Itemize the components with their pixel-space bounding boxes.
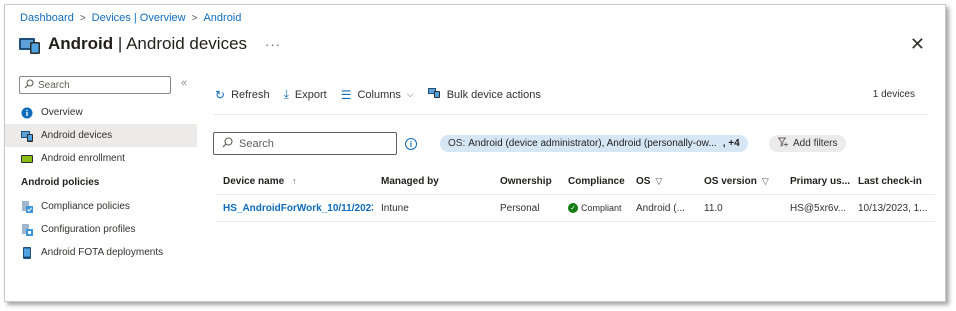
filter-more-count: , +4 — [722, 138, 740, 149]
export-label: Export — [294, 88, 327, 101]
table-header-row: Device name ↑ Managed by Ownership Compl… — [215, 168, 935, 195]
os-filter-pill[interactable]: OS: Android (device administrator), Andr… — [440, 135, 748, 152]
breadcrumb-dashboard[interactable]: Dashboard — [20, 12, 74, 24]
command-bar: ↻ Refresh ⤓ Export ☰ Columns ⌵ Bulk devi… — [215, 87, 555, 102]
sidebar-search-input[interactable]: Search — [19, 76, 171, 94]
breadcrumb: Dashboard > Devices | Overview > Android — [20, 12, 241, 24]
filter-icon: ▽ — [655, 175, 663, 186]
compliance-cell: ✓ Compliant — [560, 203, 628, 213]
table-row[interactable]: HS_AndroidForWork_10/11/2023... Intune P… — [215, 195, 935, 222]
search-icon — [24, 78, 34, 92]
info-icon[interactable]: i — [405, 138, 417, 150]
device-search-input[interactable]: Search — [213, 132, 397, 155]
android-devices-icon — [18, 33, 42, 55]
checkmark-icon: ✓ — [568, 203, 578, 213]
column-header-managed-by[interactable]: Managed by — [373, 176, 492, 187]
refresh-icon: ↻ — [215, 87, 226, 102]
sidebar-item-configuration-profiles[interactable]: Configuration profiles — [19, 218, 197, 241]
bulk-device-actions-button[interactable]: Bulk device actions — [427, 87, 541, 102]
page-header: Android | Android devices ··· — [18, 33, 281, 55]
export-button[interactable]: ⤓ Export — [284, 87, 327, 102]
add-filters-label: Add filters — [793, 138, 838, 149]
page-title: Android | Android devices — [48, 34, 248, 53]
column-header-primary-user[interactable]: Primary us... — [782, 176, 850, 187]
device-name-link[interactable]: HS_AndroidForWork_10/11/2023... — [215, 203, 373, 214]
compliance-policy-icon — [21, 200, 33, 213]
search-placeholder: Search — [239, 137, 274, 150]
more-actions-button[interactable]: ··· — [265, 37, 281, 52]
breadcrumb-android[interactable]: Android — [203, 12, 241, 24]
divider — [213, 114, 929, 115]
compliance-status: Compliant — [581, 203, 622, 213]
sort-ascending-icon: ↑ — [291, 175, 297, 186]
column-header-device-name[interactable]: Device name ↑ — [215, 176, 373, 187]
filter-icon: ▽ — [761, 175, 769, 186]
sidebar-item-compliance-policies[interactable]: Compliance policies — [19, 195, 197, 218]
bulk-actions-label: Bulk device actions — [446, 88, 541, 101]
primary-user-cell: HS@5xr6v... — [790, 202, 847, 214]
chevron-down-icon: ⌵ — [406, 89, 414, 99]
columns-label: Columns — [357, 88, 401, 101]
columns-button[interactable]: ☰ Columns ⌵ — [341, 88, 414, 102]
sidebar-item-label: Android FOTA deployments — [41, 247, 164, 258]
breadcrumb-separator: > — [79, 12, 86, 24]
sidebar-item-label: Configuration profiles — [41, 224, 136, 235]
refresh-button[interactable]: ↻ Refresh — [215, 88, 270, 102]
managed-by-cell: Intune — [381, 202, 409, 214]
sidebar-item-label: Android enrollment — [41, 153, 125, 164]
filter-add-icon — [777, 137, 788, 150]
sidebar-item-label: Overview — [41, 107, 83, 118]
last-checkin-cell: 10/13/2023, 1... — [858, 202, 928, 214]
filter-key: OS: — [448, 138, 466, 149]
devices-icon — [21, 130, 33, 142]
refresh-label: Refresh — [231, 88, 270, 101]
enrollment-icon — [21, 153, 33, 165]
window: Dashboard > Devices | Overview > Android… — [4, 4, 946, 302]
sidebar-item-label: Android devices — [41, 130, 113, 141]
filter-value: Android (device administrator), Android … — [468, 138, 717, 149]
ownership-cell: Personal — [500, 202, 540, 214]
device-count: 1 devices — [872, 89, 915, 100]
sidebar-item-fota-deployments[interactable]: Android FOTA deployments — [19, 241, 197, 264]
columns-icon: ☰ — [340, 87, 352, 102]
column-header-os[interactable]: OS ▽ — [628, 176, 696, 187]
devices-table: Device name ↑ Managed by Ownership Compl… — [215, 168, 935, 222]
sidebar-nav: Overview Android devices Android enrollm… — [5, 101, 197, 264]
column-header-compliance[interactable]: Compliance — [560, 176, 628, 187]
search-icon — [222, 136, 233, 151]
column-header-last-checkin[interactable]: Last check-in — [850, 176, 935, 187]
fota-icon — [21, 246, 33, 259]
os-cell: Android (... — [636, 202, 685, 214]
configuration-profile-icon — [21, 223, 33, 236]
breadcrumb-devices-overview[interactable]: Devices | Overview — [92, 12, 186, 24]
close-button[interactable]: ✕ — [910, 34, 925, 55]
sidebar-item-overview[interactable]: Overview — [19, 101, 197, 124]
breadcrumb-separator: > — [191, 12, 198, 24]
download-icon: ⤓ — [283, 87, 289, 101]
bulk-actions-icon — [427, 87, 441, 102]
sidebar-item-android-devices[interactable]: Android devices — [5, 124, 197, 147]
sidebar-section-android-policies: Android policies — [21, 177, 100, 188]
column-header-os-version[interactable]: OS version ▽ — [696, 176, 782, 187]
info-icon — [21, 107, 33, 119]
add-filters-button[interactable]: Add filters — [769, 135, 847, 152]
sidebar-item-label: Compliance policies — [41, 201, 130, 212]
collapse-sidebar-button[interactable]: « — [181, 77, 187, 89]
os-version-cell: 11.0 — [704, 202, 723, 214]
sidebar-item-android-enrollment[interactable]: Android enrollment — [19, 147, 197, 170]
column-header-ownership[interactable]: Ownership — [492, 176, 560, 187]
sidebar-search-placeholder: Search — [38, 79, 70, 91]
